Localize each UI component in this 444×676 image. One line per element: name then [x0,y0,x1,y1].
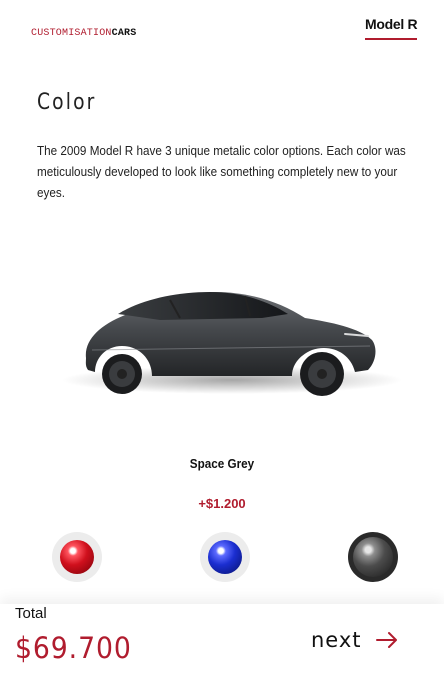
color-swatch-blue[interactable] [200,532,250,582]
section-title: Color [37,90,97,115]
selected-color-price: +$1.200 [198,496,246,511]
brand-logo-part1: CUSTOMISATION [31,28,112,39]
brand-logo: CUSTOMISATIONCARS [31,28,136,39]
car-image [0,270,444,420]
brand-logo-part2: CARS [111,28,137,39]
selected-color-name: Space Grey [189,456,255,471]
tab-model[interactable]: Model R [365,16,418,40]
total-label: Total [15,605,47,622]
next-label: next [311,628,362,652]
blue-swatch-icon [208,540,242,574]
next-button[interactable]: next [311,628,398,652]
grey-swatch-icon [353,537,393,577]
color-swatch-red[interactable] [52,532,102,582]
color-swatch-grey[interactable] [348,532,398,582]
total-value: $69.700 [15,631,132,665]
section-description: The 2009 Model R have 3 unique metalic c… [37,143,406,200]
arrow-right-icon [375,631,398,649]
red-swatch-icon [60,540,94,574]
